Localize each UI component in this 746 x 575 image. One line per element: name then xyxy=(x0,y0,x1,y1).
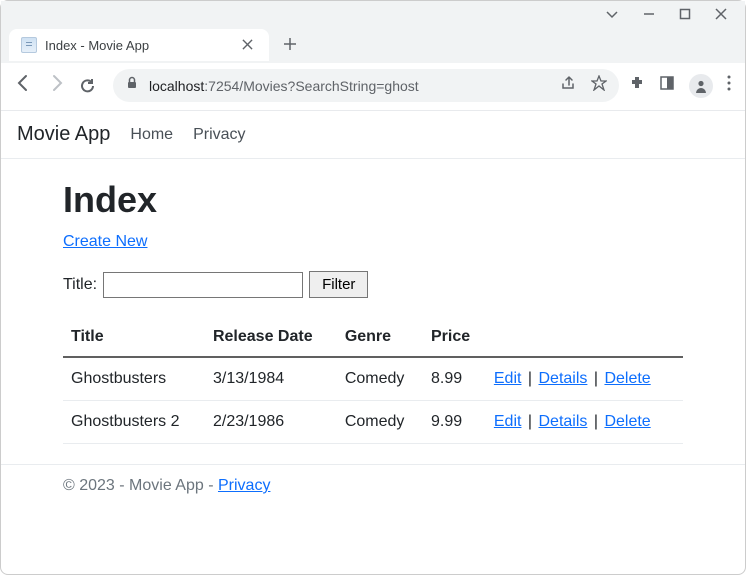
cell-price: 9.99 xyxy=(423,401,486,444)
footer: © 2023 - Movie App - Privacy xyxy=(1,464,745,507)
menu-icon[interactable] xyxy=(727,75,731,96)
delete-link[interactable]: Delete xyxy=(604,413,650,430)
create-new-link[interactable]: Create New xyxy=(63,233,147,251)
extensions-icon[interactable] xyxy=(629,75,645,96)
chevron-down-icon[interactable] xyxy=(605,7,619,25)
col-price: Price xyxy=(423,318,486,357)
search-input[interactable] xyxy=(103,272,303,298)
col-actions xyxy=(486,318,683,357)
movies-table: Title Release Date Genre Price Ghostbust… xyxy=(63,318,683,444)
page-title: Index xyxy=(63,179,683,221)
app-navbar: Movie App Home Privacy xyxy=(1,111,745,159)
close-icon[interactable] xyxy=(715,7,727,25)
col-title: Title xyxy=(63,318,205,357)
tab-favicon-icon xyxy=(21,37,37,53)
search-label: Title: xyxy=(63,276,97,294)
cell-release-date: 3/13/1984 xyxy=(205,357,337,401)
cell-title: Ghostbusters xyxy=(63,357,205,401)
table-row: Ghostbusters 2 2/23/1986 Comedy 9.99 Edi… xyxy=(63,401,683,444)
back-button[interactable] xyxy=(11,74,35,97)
lock-icon xyxy=(125,76,139,95)
footer-privacy-link[interactable]: Privacy xyxy=(218,477,270,494)
browser-tab[interactable]: Index - Movie App xyxy=(9,29,269,61)
cell-release-date: 2/23/1986 xyxy=(205,401,337,444)
cell-title: Ghostbusters 2 xyxy=(63,401,205,444)
brand-link[interactable]: Movie App xyxy=(17,123,110,146)
cell-price: 8.99 xyxy=(423,357,486,401)
panel-icon[interactable] xyxy=(659,75,675,96)
url-text: localhost:7254/Movies?SearchString=ghost xyxy=(149,78,419,94)
minimize-icon[interactable] xyxy=(643,7,655,25)
tab-close-icon[interactable] xyxy=(238,37,257,53)
bookmark-icon[interactable] xyxy=(591,75,607,96)
share-icon[interactable] xyxy=(561,75,577,96)
cell-genre: Comedy xyxy=(337,401,423,444)
url-path: :7254/Movies?SearchString=ghost xyxy=(204,78,418,94)
col-release-date: Release Date xyxy=(205,318,337,357)
col-genre: Genre xyxy=(337,318,423,357)
nav-privacy[interactable]: Privacy xyxy=(193,126,245,144)
new-tab-icon[interactable] xyxy=(283,35,297,56)
cell-actions: Edit | Details | Delete xyxy=(486,357,683,401)
window-controls xyxy=(1,1,745,27)
footer-text: © 2023 - Movie App - xyxy=(63,477,218,494)
cell-genre: Comedy xyxy=(337,357,423,401)
filter-button[interactable]: Filter xyxy=(309,271,368,298)
edit-link[interactable]: Edit xyxy=(494,370,522,387)
maximize-icon[interactable] xyxy=(679,7,691,25)
edit-link[interactable]: Edit xyxy=(494,413,522,430)
table-row: Ghostbusters 3/13/1984 Comedy 8.99 Edit … xyxy=(63,357,683,401)
forward-button[interactable] xyxy=(45,74,69,97)
reload-button[interactable] xyxy=(79,77,103,95)
tab-title: Index - Movie App xyxy=(45,38,238,53)
delete-link[interactable]: Delete xyxy=(604,370,650,387)
nav-home[interactable]: Home xyxy=(130,126,173,144)
cell-actions: Edit | Details | Delete xyxy=(486,401,683,444)
address-bar[interactable]: localhost:7254/Movies?SearchString=ghost xyxy=(113,69,619,102)
details-link[interactable]: Details xyxy=(539,413,588,430)
url-host: localhost xyxy=(149,78,204,94)
details-link[interactable]: Details xyxy=(539,370,588,387)
profile-icon[interactable] xyxy=(689,74,713,98)
